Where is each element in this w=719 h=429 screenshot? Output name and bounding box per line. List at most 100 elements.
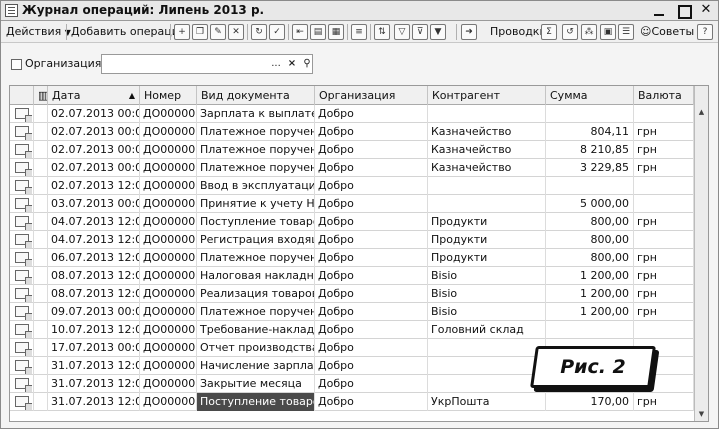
document-icon: [15, 396, 32, 410]
add-operation-button[interactable]: Добавить операцию: [69, 23, 190, 41]
cell-organization: Добро: [315, 213, 428, 231]
post-icon[interactable]: ✓: [269, 24, 285, 40]
header-counterparty[interactable]: Контрагент: [428, 86, 546, 105]
vertical-scrollbar[interactable]: ▲ ▼: [694, 86, 708, 421]
cell-number: ДО0000000...: [140, 285, 197, 303]
cell-sum: 5 000,00: [546, 195, 634, 213]
scroll-down-icon[interactable]: ▼: [695, 408, 708, 421]
table-row[interactable]: 31.07.2013 12:00:02ДО0000000...Поступлен…: [10, 393, 708, 411]
cell-counterparty: [428, 375, 546, 393]
actions-menu[interactable]: Действия ▼: [4, 23, 73, 41]
sort-icon[interactable]: ⇅: [374, 24, 390, 40]
close-button[interactable]: ✕: [698, 2, 714, 18]
document-icon: [15, 162, 32, 176]
table-row[interactable]: 04.07.2013 12:00:00ДО0000000...Поступлен…: [10, 213, 708, 231]
cell-counterparty: Продукти: [428, 231, 546, 249]
cell-organization: Добро: [315, 159, 428, 177]
scroll-up-icon[interactable]: ▲: [695, 106, 708, 119]
header-organization[interactable]: Организация: [315, 86, 428, 105]
cell-doc-type: Платежное поручени...: [197, 303, 315, 321]
cell-date: 03.07.2013 00:00:00: [48, 195, 140, 213]
cell-date: 02.07.2013 00:00:00: [48, 159, 140, 177]
cell-doc-type: Поступление товаро...: [197, 213, 315, 231]
cell-currency: грн: [634, 159, 694, 177]
header-date[interactable]: Дата ▲: [48, 86, 140, 105]
table-row[interactable]: 10.07.2013 12:00:00ДО0000000...Требовани…: [10, 321, 708, 339]
filter-panel: Организация: ... × ⚲: [1, 44, 718, 84]
clear-button[interactable]: ×: [284, 56, 300, 72]
cell-organization: Добро: [315, 285, 428, 303]
row-icon-cell: [10, 393, 34, 411]
document-icon: [15, 144, 32, 158]
table-row[interactable]: 02.07.2013 00:00:00ДО0000000...Платежное…: [10, 123, 708, 141]
organization-input[interactable]: ... × ⚲: [101, 54, 313, 74]
document-icon: [15, 180, 32, 194]
refresh-icon[interactable]: ↻: [251, 24, 267, 40]
header-sum[interactable]: Сумма: [546, 86, 634, 105]
header-number[interactable]: Номер: [140, 86, 197, 105]
table-row[interactable]: 02.07.2013 00:00:00ДО0000000...Зарплата …: [10, 105, 708, 123]
document-copy-icon[interactable]: ▦: [328, 24, 344, 40]
minimize-button[interactable]: [651, 2, 667, 18]
table-row[interactable]: 02.07.2013 00:00:00ДО0000000...Платежное…: [10, 141, 708, 159]
header-currency[interactable]: Валюта: [634, 86, 694, 105]
structure-icon[interactable]: ☰: [618, 24, 634, 40]
cell-currency: грн: [634, 303, 694, 321]
cell-number: ДО0000000...: [140, 105, 197, 123]
add-icon[interactable]: +: [174, 24, 190, 40]
edit-icon[interactable]: ✎: [210, 24, 226, 40]
report-icon[interactable]: ⁂: [581, 24, 597, 40]
cell-sum: 804,11: [546, 123, 634, 141]
document-icon: [15, 324, 32, 338]
table-row[interactable]: 09.07.2013 00:00:00ДО0000000...Платежное…: [10, 303, 708, 321]
cell-number: ДО0000000...: [140, 231, 197, 249]
cell-doc-type: Зарплата к выплате о...: [197, 105, 315, 123]
attach-cell: [34, 375, 48, 393]
cell-number: ДО0000000...: [140, 321, 197, 339]
filter-icon[interactable]: ▽: [394, 24, 410, 40]
copy-icon[interactable]: ❐: [192, 24, 208, 40]
cell-doc-type: Принятие к учету НМА: [197, 195, 315, 213]
tips-button[interactable]: ☺Советы: [638, 23, 696, 41]
filter-off-icon[interactable]: ⊽: [412, 24, 428, 40]
table-row[interactable]: 08.07.2013 12:00:00ДО0000000...Реализаци…: [10, 285, 708, 303]
table-row[interactable]: 08.07.2013 12:00:00ДО0000000...Налоговая…: [10, 267, 708, 285]
table-row[interactable]: 03.07.2013 00:00:00ДО0000000...Принятие …: [10, 195, 708, 213]
select-button[interactable]: ...: [268, 56, 284, 72]
list-icon[interactable]: ≡: [351, 24, 367, 40]
cell-sum: 170,00: [546, 393, 634, 411]
cell-date: 10.07.2013 12:00:00: [48, 321, 140, 339]
print-icon[interactable]: ▣: [600, 24, 616, 40]
document-icon[interactable]: ▤: [310, 24, 326, 40]
cell-counterparty: [428, 357, 546, 375]
filter-list-icon[interactable]: ▼: [430, 24, 446, 40]
header-doc-type[interactable]: Вид документа: [197, 86, 315, 105]
table-row[interactable]: 06.07.2013 12:00:00ДО0000000...Платежное…: [10, 249, 708, 267]
header-icon-column[interactable]: [10, 86, 34, 105]
move-icon[interactable]: ⇤: [292, 24, 308, 40]
organization-checkbox[interactable]: [11, 59, 22, 70]
attach-cell: [34, 231, 48, 249]
help-button[interactable]: ?: [697, 24, 713, 40]
table-row[interactable]: 02.07.2013 12:00:00ДО0000000...Ввод в эк…: [10, 177, 708, 195]
cell-doc-type: Регистрация входяще...: [197, 231, 315, 249]
header-attach-column[interactable]: ▥: [34, 86, 48, 105]
go-icon[interactable]: ➜: [461, 24, 477, 40]
maximize-button[interactable]: [675, 2, 692, 19]
cell-organization: Добро: [315, 303, 428, 321]
cell-currency: грн: [634, 123, 694, 141]
cell-counterparty: Казначейство: [428, 123, 546, 141]
delete-icon[interactable]: ✕: [228, 24, 244, 40]
toolbar-separator: [456, 24, 457, 40]
journal-icon: [5, 4, 18, 17]
search-icon[interactable]: ⚲: [299, 56, 315, 72]
cell-currency: грн: [634, 141, 694, 159]
table-row[interactable]: 04.07.2013 12:00:00ДО0000000...Регистрац…: [10, 231, 708, 249]
sum-icon[interactable]: Σ: [541, 24, 557, 40]
postings-button[interactable]: Проводки: [488, 23, 549, 41]
table-row[interactable]: 02.07.2013 00:00:00ДО0000000...Платежное…: [10, 159, 708, 177]
cell-counterparty: Bisio: [428, 303, 546, 321]
cell-currency: грн: [634, 249, 694, 267]
sync-icon[interactable]: ↺: [562, 24, 578, 40]
cell-organization: Добро: [315, 195, 428, 213]
